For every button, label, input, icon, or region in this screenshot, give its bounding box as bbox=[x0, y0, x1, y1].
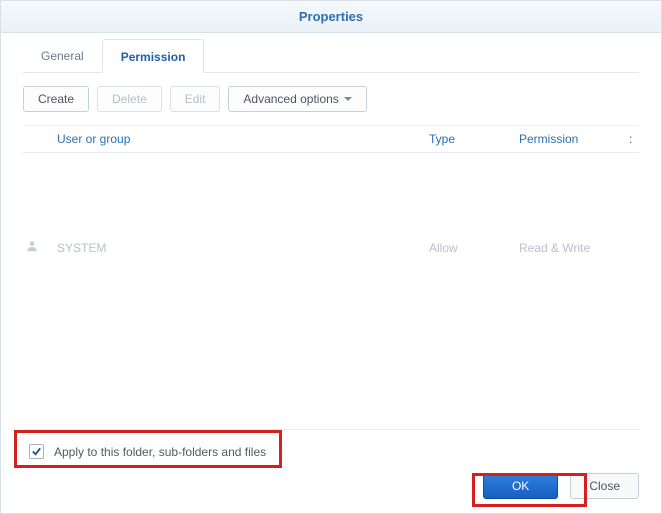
tab-bar: General Permission bbox=[23, 39, 639, 73]
edit-button: Edit bbox=[170, 86, 221, 112]
column-extra: : bbox=[629, 132, 639, 146]
tab-permission[interactable]: Permission bbox=[102, 39, 205, 73]
annotation-highlight-ok bbox=[472, 473, 587, 507]
table-row[interactable]: SYSTEM Allow Read & Write bbox=[23, 231, 639, 264]
toolbar: Create Delete Edit Advanced options bbox=[23, 73, 639, 126]
tab-general[interactable]: General bbox=[23, 39, 102, 72]
advanced-options-label: Advanced options bbox=[243, 92, 338, 106]
row-type: Allow bbox=[429, 241, 519, 255]
dialog-title: Properties bbox=[1, 1, 661, 33]
row-permission: Read & Write bbox=[519, 241, 629, 255]
column-permission[interactable]: Permission bbox=[519, 132, 629, 146]
column-user[interactable]: User or group bbox=[53, 132, 429, 146]
row-user: SYSTEM bbox=[53, 241, 429, 255]
create-button[interactable]: Create bbox=[23, 86, 89, 112]
annotation-highlight-apply bbox=[14, 430, 282, 468]
column-checkbox bbox=[23, 132, 53, 146]
delete-button: Delete bbox=[97, 86, 162, 112]
user-icon bbox=[25, 239, 39, 253]
column-type[interactable]: Type bbox=[429, 132, 519, 146]
advanced-options-button[interactable]: Advanced options bbox=[228, 86, 366, 112]
row-icon-cell bbox=[23, 239, 53, 256]
dialog-content: General Permission Create Delete Edit Ad… bbox=[1, 33, 661, 473]
table-header: User or group Type Permission : bbox=[23, 126, 639, 153]
chevron-down-icon bbox=[344, 97, 352, 101]
table-body: SYSTEM Allow Read & Write bbox=[23, 153, 639, 429]
